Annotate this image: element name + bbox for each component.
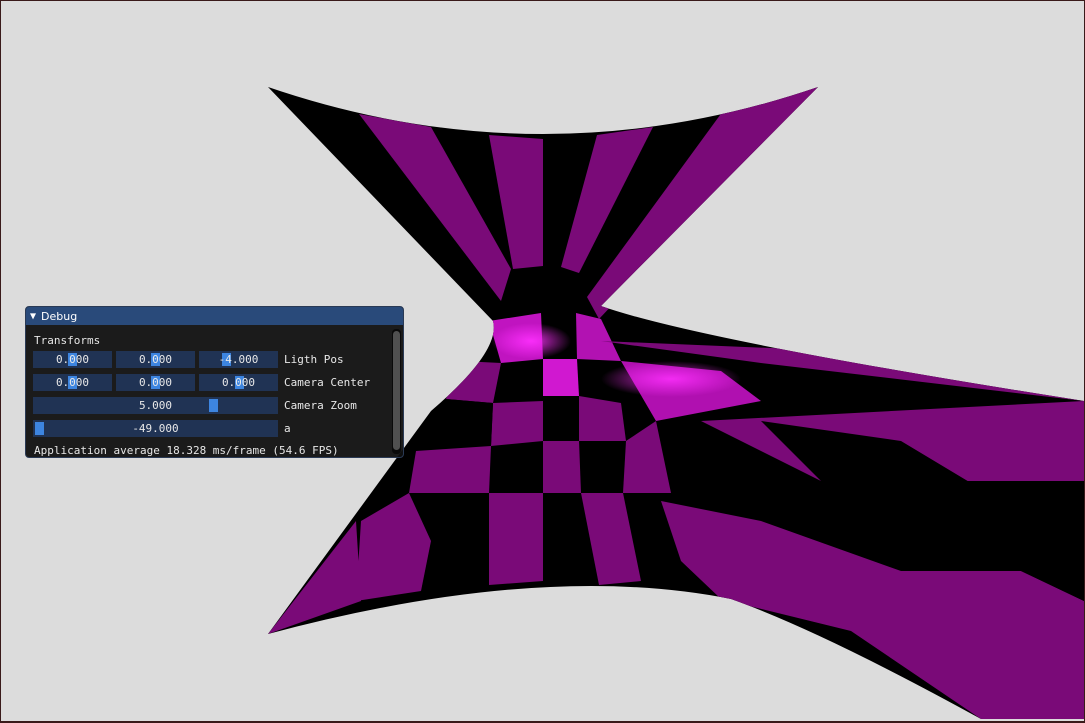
debug-title-bar[interactable]: ▼ Debug [26,307,403,325]
checker-cell [579,396,626,441]
a-label: a [284,422,291,435]
a-slider[interactable]: -49.000 [33,420,278,437]
debug-window[interactable]: ▼ Debug Transforms 0.000 0.000 -4.000 Li… [25,306,404,458]
camera-center-row: 0.000 0.000 0.000 Camera Center [33,374,370,391]
checker-cell [409,446,491,493]
camera-zoom-row: 5.000 Camera Zoom [33,397,357,414]
light-pos-z-drag[interactable]: -4.000 [199,351,278,368]
scrollbar-grab[interactable] [393,331,400,450]
light-pos-row: 0.000 0.000 -4.000 Ligth Pos [33,351,344,368]
camera-zoom-slider[interactable]: 5.000 [33,397,278,414]
light-highlight [491,323,571,359]
checker-cell [543,359,579,396]
checker-cell [491,401,543,446]
light-pos-x-drag[interactable]: 0.000 [33,351,112,368]
slider-grab[interactable] [209,399,218,412]
fps-status-text: Application average 18.328 ms/frame (54.… [34,444,339,457]
render-viewport[interactable]: ▼ Debug Transforms 0.000 0.000 -4.000 Li… [1,1,1084,721]
section-title: Transforms [34,334,101,347]
a-row: -49.000 a [33,420,291,437]
checker-cell [489,493,543,585]
checker-cell [543,441,581,493]
light-highlight [601,361,741,397]
camera-zoom-label: Camera Zoom [284,399,357,412]
camera-center-x-drag[interactable]: 0.000 [33,374,112,391]
camera-center-y-drag[interactable]: 0.000 [116,374,195,391]
light-pos-y-drag[interactable]: 0.000 [116,351,195,368]
light-pos-label: Ligth Pos [284,353,344,366]
checker-cell [446,361,501,403]
scrollbar[interactable] [392,329,401,454]
window-title: Debug [41,309,78,323]
checker-cell [268,521,361,634]
collapse-arrow-icon[interactable]: ▼ [30,311,36,322]
camera-center-z-drag[interactable]: 0.000 [199,374,278,391]
slider-grab[interactable] [35,422,44,435]
camera-center-label: Camera Center [284,376,371,389]
